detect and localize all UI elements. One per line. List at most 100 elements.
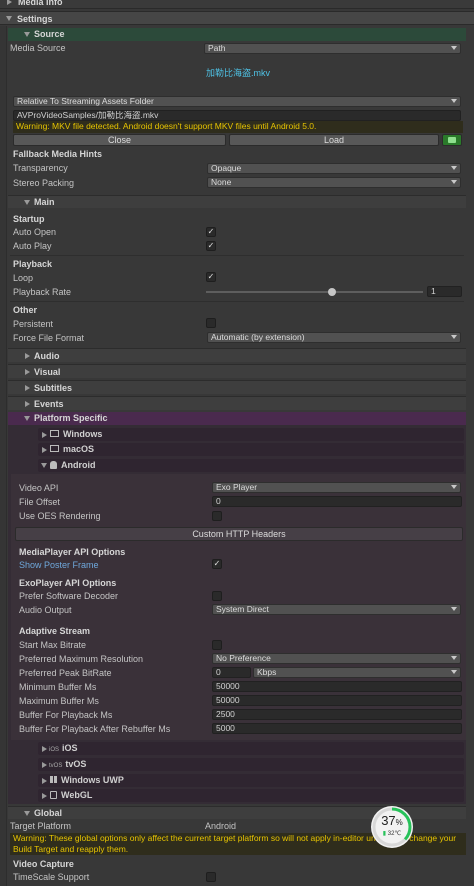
buf-play-input[interactable]: 2500 [212,709,462,720]
windows-logo-icon [50,776,57,784]
pref-res-dropdown[interactable]: No Preference [212,653,461,664]
expand-arrow-icon [25,385,30,391]
audio-output-dropdown[interactable]: System Direct [212,604,461,615]
platform-tvos-label: tvOS [65,759,87,769]
chevron-down-icon [451,166,457,170]
transparency-dropdown[interactable]: Opaque [207,163,461,174]
force-format-dropdown[interactable]: Automatic (by extension) [207,332,461,343]
platform-macos[interactable]: macOS [38,443,464,456]
path-base-dropdown[interactable]: Relative To Streaming Assets Folder [13,96,461,107]
collapse-arrow-icon [41,463,47,469]
persistent-label: Persistent [13,319,54,329]
transparency-label: Transparency [13,163,68,173]
file-offset-input[interactable]: 0 [212,496,462,507]
buf-play-value: 2500 [216,709,235,719]
transparency-value: Opaque [211,163,242,173]
video-api-dropdown[interactable]: Exo Player [212,482,461,493]
visual-section-header[interactable]: Visual [8,364,466,378]
platform-android[interactable]: Android [38,459,464,472]
load-button-label: Load [323,135,345,145]
browse-folder-button[interactable] [442,134,462,146]
custom-headers-button[interactable]: Custom HTTP Headers [15,527,463,541]
target-platform-label: Target Platform [10,821,72,831]
thermometer-icon: ▮ [382,831,387,837]
load-button[interactable]: Load [229,134,439,146]
buf-rebuf-label: Buffer For Playback After Rebuffer Ms [19,724,171,734]
settings-header[interactable]: Settings [0,11,474,25]
checkmark-icon: ✓ [213,559,221,568]
performance-overlay[interactable]: 37% ▮ 32℃ [371,806,413,848]
start-max-checkbox[interactable] [212,640,222,650]
peak-unit-dropdown[interactable]: Kbps [253,667,461,678]
platform-webgl[interactable]: WebGL [38,789,464,802]
close-button[interactable]: Close [13,134,226,146]
chevron-down-icon [451,99,457,103]
left-gutter [0,26,7,886]
collapse-arrow-icon [24,811,30,816]
chevron-down-icon [451,335,457,339]
max-buffer-label: Maximum Buffer Ms [19,696,99,706]
subtitles-section-header[interactable]: Subtitles [8,380,466,394]
playback-rate-value: 1 [431,286,436,296]
soft-dec-checkbox[interactable] [212,591,222,601]
video-api-label: Video API [19,483,59,493]
playback-rate-slider[interactable] [206,288,423,296]
max-buffer-input[interactable]: 50000 [212,695,462,706]
mkv-warning-text: Warning: MKV file detected. Android does… [16,121,317,131]
chevron-down-icon [451,670,457,674]
collapse-arrow-icon [24,32,30,37]
media-source-dropdown[interactable]: Path [204,43,461,54]
timescale-label: TimeScale Support [13,872,90,882]
other-header: Other [13,305,38,315]
platform-section-header[interactable]: Platform Specific [8,412,466,425]
auto-play-checkbox[interactable]: ✓ [206,241,216,251]
pref-res-label: Preferred Maximum Resolution [19,654,144,664]
expand-arrow-icon [42,792,47,799]
auto-open-checkbox[interactable]: ✓ [206,227,216,237]
persistent-checkbox[interactable] [206,318,216,328]
platform-tvos[interactable]: tvOS tvOS [38,758,464,771]
stereo-dropdown[interactable]: None [207,177,461,188]
timescale-checkbox[interactable] [206,872,216,882]
platform-uwp[interactable]: Windows UWP [38,774,464,787]
chevron-down-icon [451,485,457,489]
loop-checkbox[interactable]: ✓ [206,272,216,282]
pref-res-value: No Preference [216,653,271,663]
expand-arrow-icon [25,401,30,407]
main-section-header[interactable]: Main [8,195,466,208]
poster-checkbox[interactable]: ✓ [212,559,222,569]
expand-arrow-icon [42,745,47,752]
path-input[interactable]: AVProVideoSamples/加勒比海盗.mkv [13,110,461,121]
platform-windows[interactable]: Windows [38,428,464,441]
oes-checkbox[interactable] [212,511,222,521]
slider-thumb[interactable] [327,288,336,296]
events-section-header[interactable]: Events [8,396,466,410]
force-format-value: Automatic (by extension) [211,332,305,342]
min-buffer-input[interactable]: 50000 [212,681,462,692]
peak-bitrate-input[interactable]: 0 [212,667,251,678]
source-section-header[interactable]: Source [8,28,466,41]
peak-unit-value: Kbps [257,667,277,677]
collapse-arrow-icon [24,416,30,421]
playback-rate-input[interactable]: 1 [427,286,462,297]
soft-dec-label: Prefer Software Decoder [19,591,119,601]
file-offset-value: 0 [216,496,221,506]
events-label: Events [34,399,64,409]
min-buffer-value: 50000 [216,681,240,691]
buf-rebuf-input[interactable]: 5000 [212,723,462,734]
platform-uwp-label: Windows UWP [61,775,124,785]
platform-android-label: Android [61,460,96,470]
loop-label: Loop [13,273,34,283]
chevron-down-icon [451,607,457,611]
checkmark-icon: ✓ [207,272,215,281]
playback-header: Playback [13,259,53,269]
media-info-header[interactable]: Media Info [0,0,474,9]
video-api-value: Exo Player [216,482,258,492]
target-platform-value: Android [205,821,237,831]
platform-ios[interactable]: iOS iOS [38,742,464,755]
monitor-icon [50,430,59,438]
expand-arrow-icon [42,761,47,768]
expand-arrow-icon [42,446,47,453]
collapse-arrow-icon [6,16,12,21]
audio-section-header[interactable]: Audio [8,348,466,362]
